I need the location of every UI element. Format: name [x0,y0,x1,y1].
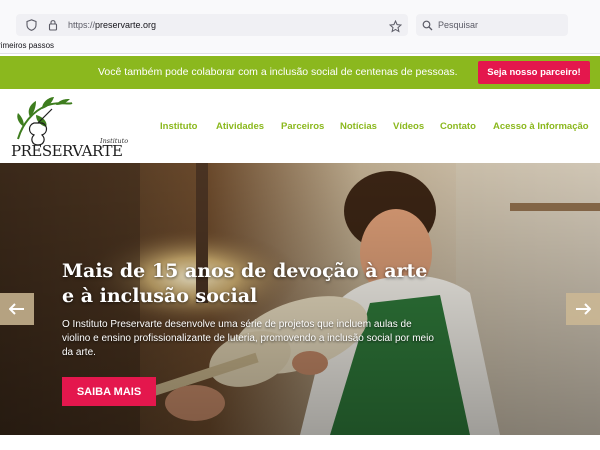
address-bar[interactable]: https://preservarte.org [16,14,408,36]
search-bar[interactable]: Pesquisar [416,14,568,36]
page-bottom-area [0,435,600,450]
bookmark-star-icon[interactable] [388,18,403,33]
nav-item-atividades[interactable]: Atividades [216,121,264,132]
site-header: Instituto PRESERVARTE Instituto Atividad… [0,89,600,163]
become-partner-button[interactable]: Seja nosso parceiro! [478,61,590,84]
arrow-left-icon [9,303,24,315]
arrow-right-icon [576,303,591,315]
bookmark-item[interactable]: rimeiros passos [0,41,54,50]
nav-item-contato[interactable]: Contato [440,121,476,132]
hero-title: Mais de 15 anos de devoção à arte e à in… [62,260,428,307]
search-icon [422,16,433,35]
site-logo[interactable]: Instituto PRESERVARTE [8,95,128,160]
url-domain: preservarte.org [95,20,157,30]
lock-icon[interactable] [46,18,60,32]
bookmarks-bar: rimeiros passos [0,38,600,54]
nav-item-instituto[interactable]: Instituto [160,121,197,132]
shield-icon[interactable] [24,18,38,32]
url-text[interactable]: https://preservarte.org [68,20,156,30]
nav-item-acesso-informacao[interactable]: Acesso à Informação [493,121,589,132]
browser-toolbar: https://preservarte.org Pesquisar [0,0,600,38]
hero-slider: Mais de 15 anos de devoção à arte e à in… [0,163,600,435]
url-scheme: https:// [68,20,96,30]
nav-item-noticias[interactable]: Notícias [340,121,377,132]
slider-prev-button[interactable] [0,293,34,325]
nav-item-parceiros[interactable]: Parceiros [281,121,324,132]
slider-next-button[interactable] [566,293,600,325]
logo-wordmark: PRESERVARTE [11,142,123,160]
saiba-mais-button[interactable]: SAIBA MAIS [62,377,156,406]
nav-item-videos[interactable]: Vídeos [393,121,424,132]
search-placeholder: Pesquisar [438,20,479,30]
hero-description: O Instituto Preservarte desenvolve uma s… [62,319,434,358]
banner-text: Você também pode colaborar com a inclusã… [98,66,458,78]
